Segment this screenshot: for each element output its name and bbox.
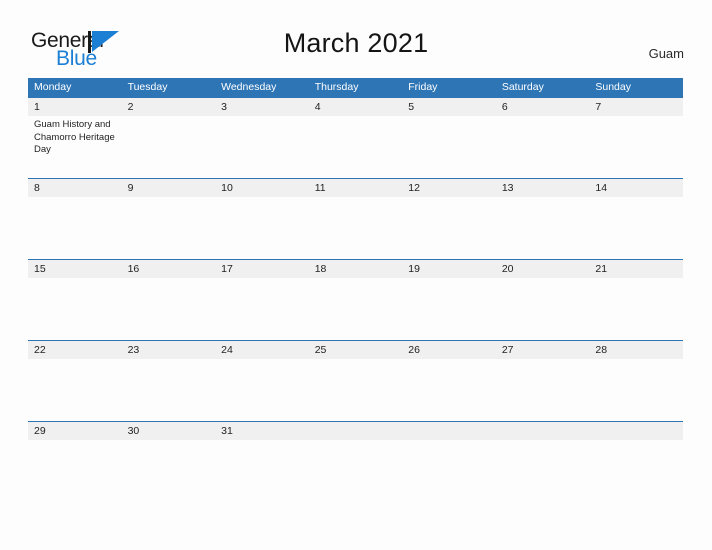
day-number: 26 xyxy=(408,344,420,356)
calendar-day-cell[interactable]: 2 xyxy=(122,98,216,179)
calendar-day-cell[interactable]: 31 xyxy=(215,422,309,503)
calendar-day-cell[interactable]: 29 xyxy=(28,422,122,503)
calendar-day-cell[interactable]: 24 xyxy=(215,341,309,422)
weekday-header-thursday: Thursday xyxy=(314,81,359,93)
calendar-day-cell[interactable]: 18 xyxy=(309,260,403,341)
calendar-day-cell[interactable]: 1 Guam History and Chamorro Heritage Day xyxy=(28,98,122,179)
day-number: 2 xyxy=(127,101,134,113)
calendar-day-cell[interactable]: 30 xyxy=(122,422,216,503)
day-number xyxy=(595,422,680,440)
calendar-day-cell[interactable]: 20 xyxy=(496,260,590,341)
calendar-day-cell[interactable]: 27 xyxy=(496,341,590,422)
day-number: 24 xyxy=(221,344,233,356)
calendar-day-cell[interactable] xyxy=(402,422,496,503)
calendar-day-cell[interactable] xyxy=(589,422,683,503)
calendar-week-row: 1 Guam History and Chamorro Heritage Day… xyxy=(28,97,683,178)
day-number xyxy=(315,422,400,440)
day-number: 9 xyxy=(127,182,134,194)
calendar-week-row: 22 23 24 25 26 27 28 xyxy=(28,340,683,421)
calendar-day-cell[interactable]: 8 xyxy=(28,179,122,260)
weekday-header-saturday: Saturday xyxy=(501,81,544,93)
calendar-day-cell[interactable]: 28 xyxy=(589,341,683,422)
day-number: 10 xyxy=(221,182,233,194)
weekday-header-sunday: Sunday xyxy=(595,81,631,93)
calendar-day-cell[interactable]: 21 xyxy=(589,260,683,341)
day-number: 13 xyxy=(501,182,514,194)
page-title: March 2021 xyxy=(283,28,429,58)
day-number: 27 xyxy=(501,344,514,356)
calendar-day-cell[interactable]: 5 xyxy=(402,98,496,179)
calendar-day-cell[interactable]: 25 xyxy=(309,341,403,422)
calendar-day-cell[interactable]: 17 xyxy=(215,260,309,341)
day-number: 23 xyxy=(127,344,140,356)
calendar-week-row: 8 9 10 11 12 13 14 xyxy=(28,178,683,259)
day-number: 7 xyxy=(595,101,602,113)
day-number: 5 xyxy=(408,101,415,113)
day-number: 8 xyxy=(34,182,40,194)
page-header: General Blue March 2021 Guam xyxy=(0,0,712,76)
day-number: 3 xyxy=(221,101,227,113)
calendar-day-cell[interactable]: 7 xyxy=(589,98,683,179)
day-number: 18 xyxy=(314,263,327,275)
weekday-header-monday: Monday xyxy=(34,81,72,93)
calendar-day-cell[interactable]: 19 xyxy=(402,260,496,341)
day-number: 25 xyxy=(314,344,327,356)
day-number: 11 xyxy=(314,182,326,194)
calendar-day-cell[interactable]: 11 xyxy=(309,179,403,260)
day-number: 6 xyxy=(501,101,508,113)
day-number: 1 xyxy=(34,101,40,113)
calendar-day-cell[interactable]: 9 xyxy=(122,179,216,260)
day-number: 28 xyxy=(595,344,608,356)
calendar-day-cell[interactable]: 13 xyxy=(496,179,590,260)
day-number: 14 xyxy=(595,182,608,194)
calendar-day-cell[interactable]: 22 xyxy=(28,341,122,422)
calendar-grid: Monday Tuesday Wednesday Thursday Friday… xyxy=(28,78,683,502)
calendar-day-cell[interactable]: 6 xyxy=(496,98,590,179)
day-number: 21 xyxy=(595,263,608,275)
calendar-week-row: 29 30 31 xyxy=(28,421,683,502)
weekday-header-wednesday: Wednesday xyxy=(221,81,277,93)
weekday-header-row: Monday Tuesday Wednesday Thursday Friday… xyxy=(28,78,683,97)
day-number: 12 xyxy=(408,182,420,194)
weekday-header-tuesday: Tuesday xyxy=(127,81,168,93)
calendar-week-row: 15 16 17 18 19 20 21 xyxy=(28,259,683,340)
calendar-day-cell[interactable]: 26 xyxy=(402,341,496,422)
weekday-header-friday: Friday xyxy=(408,81,438,93)
calendar-day-cell[interactable]: 16 xyxy=(122,260,216,341)
day-number: 29 xyxy=(34,425,46,437)
day-event-text: Guam History and Chamorro Heritage Day xyxy=(34,119,115,156)
day-number: 31 xyxy=(221,425,233,437)
day-number: 16 xyxy=(127,263,140,275)
day-number xyxy=(502,422,587,440)
day-number: 15 xyxy=(34,263,46,275)
calendar-day-cell[interactable]: 14 xyxy=(589,179,683,260)
day-number: 30 xyxy=(127,425,140,437)
day-number: 4 xyxy=(314,101,321,113)
location-label: Guam xyxy=(648,46,684,61)
calendar-day-cell[interactable] xyxy=(496,422,590,503)
calendar-day-cell[interactable]: 10 xyxy=(215,179,309,260)
calendar-day-cell[interactable]: 12 xyxy=(402,179,496,260)
calendar-day-cell[interactable]: 15 xyxy=(28,260,122,341)
calendar-day-cell[interactable]: 3 xyxy=(215,98,309,179)
calendar-day-cell[interactable] xyxy=(309,422,403,503)
day-number: 17 xyxy=(221,263,233,275)
day-number xyxy=(408,422,493,440)
day-number: 19 xyxy=(408,263,420,275)
calendar-day-cell[interactable]: 4 xyxy=(309,98,403,179)
day-number: 20 xyxy=(501,263,514,275)
day-number: 22 xyxy=(34,344,46,356)
calendar-page: General Blue March 2021 Guam Monday Tues… xyxy=(0,0,712,550)
calendar-day-cell[interactable]: 23 xyxy=(122,341,216,422)
